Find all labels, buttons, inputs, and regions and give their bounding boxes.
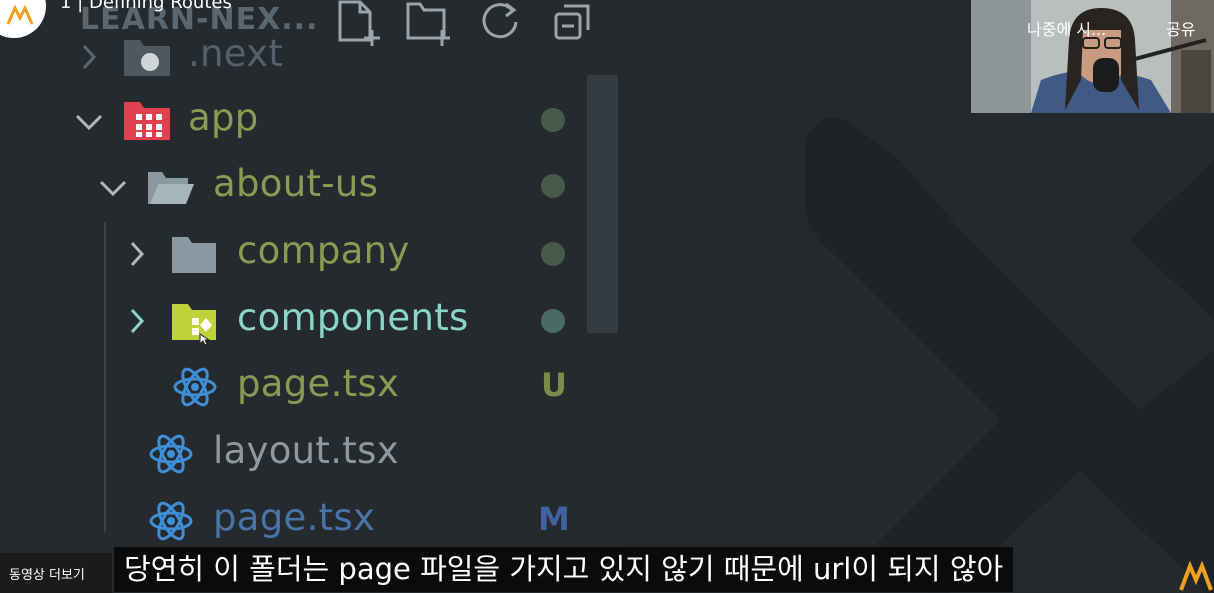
chevron-right-icon	[130, 308, 145, 334]
status-dot	[541, 242, 565, 266]
tree-item-page-tsx-file[interactable]: page.tsx U	[0, 358, 590, 418]
tree-item-page-tsx-file[interactable]: page.tsx M	[0, 492, 590, 552]
folder-components-icon	[172, 304, 216, 344]
tree-item-next-folder[interactable]: .next	[0, 28, 590, 88]
tree-item-label: .next	[188, 32, 284, 75]
git-status-badge: M	[538, 500, 570, 538]
tree-item-layout-tsx-file[interactable]: layout.tsx	[0, 425, 590, 485]
folder-app-icon	[124, 102, 170, 140]
watch-later-label[interactable]: 나중에 시...	[1027, 16, 1106, 40]
folder-next-icon	[124, 40, 170, 76]
tree-item-components-folder[interactable]: components	[0, 292, 590, 352]
explorer-scrollbar[interactable]	[587, 75, 618, 333]
tree-item-label: company	[237, 229, 410, 272]
react-icon	[173, 367, 217, 407]
more-videos-button[interactable]: 동영상 더보기	[0, 553, 112, 593]
subtitle-caption: 당연히 이 폴더는 page 파일을 가지고 있지 않기 때문에 url이 되지…	[114, 547, 1014, 592]
tree-item-app-folder[interactable]: app	[0, 92, 590, 152]
share-label[interactable]: 공유	[1166, 16, 1195, 40]
file-explorer-panel: LEARN-NEX... .next app about-us company …	[0, 0, 618, 593]
tree-item-label: app	[188, 96, 259, 139]
chevron-right-icon	[130, 241, 145, 267]
folder-icon	[172, 237, 216, 273]
channel-logo-icon	[6, 4, 34, 25]
tree-item-label: layout.tsx	[213, 429, 399, 472]
tree-item-label: page.tsx	[213, 496, 376, 539]
folder-open-icon	[148, 172, 194, 204]
webcam-overlay: 나중에 시... 공유	[971, 0, 1214, 113]
caption-text: 당연히 이 폴더는 page 파일을 가지고 있지 않기 때문에 url이 되지…	[124, 552, 1004, 586]
tree-item-label: page.tsx	[237, 362, 400, 405]
video-title[interactable]: 1 | Defining Routes	[60, 0, 232, 13]
status-dot	[541, 309, 565, 333]
chevron-down-icon	[75, 114, 103, 131]
tree-item-company-folder[interactable]: company	[0, 225, 590, 285]
git-status-badge: U	[541, 366, 567, 404]
status-dot	[541, 174, 565, 198]
status-dot	[541, 108, 565, 132]
tree-item-label: components	[237, 296, 469, 339]
tree-item-label: about-us	[213, 162, 379, 205]
react-icon	[149, 501, 193, 541]
channel-watermark-icon	[1179, 560, 1213, 591]
tree-item-about-us-folder[interactable]: about-us	[0, 158, 590, 218]
video-frame: LEARN-NEX... .next app about-us company …	[0, 0, 1214, 593]
more-videos-label: 동영상 더보기	[9, 568, 85, 583]
chevron-right-icon	[82, 44, 97, 70]
chevron-down-icon	[99, 180, 127, 197]
react-icon	[149, 434, 193, 474]
